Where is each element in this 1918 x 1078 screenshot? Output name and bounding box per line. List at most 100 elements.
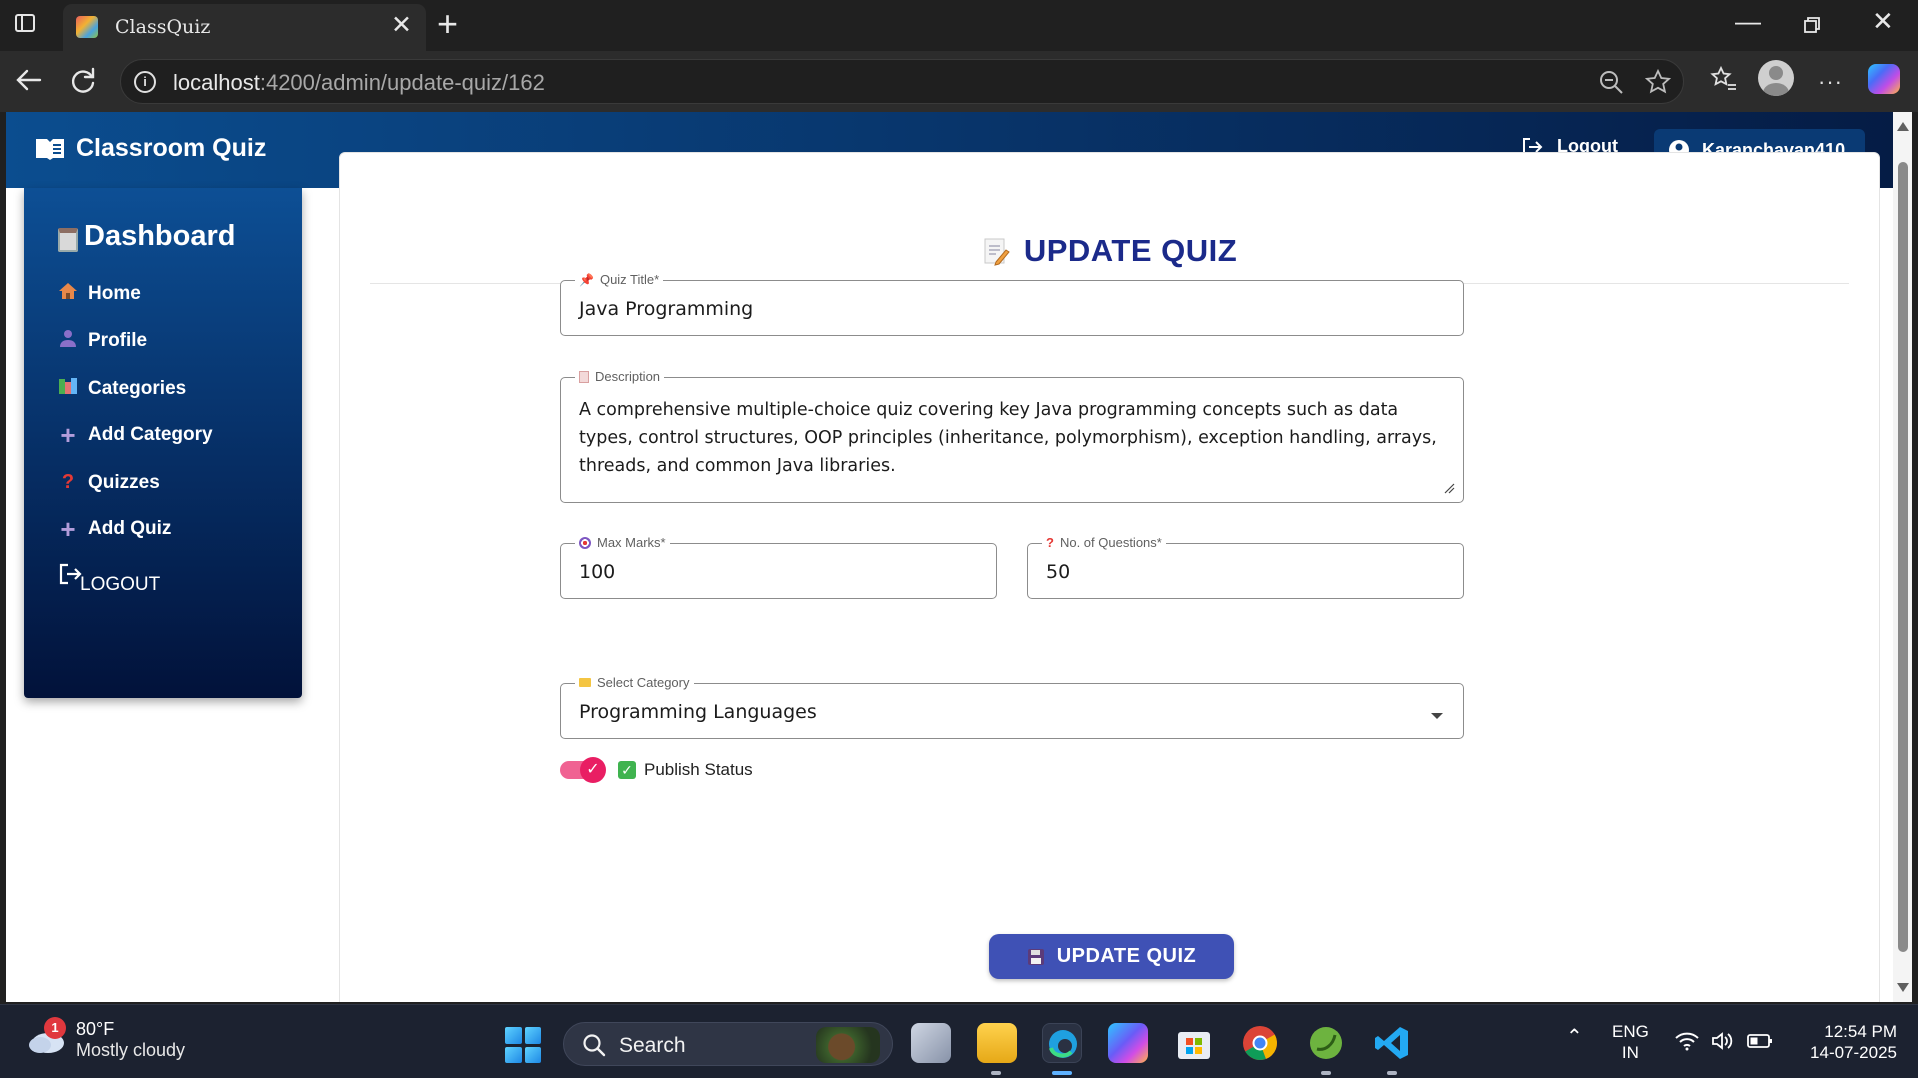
house-icon — [58, 282, 78, 305]
vs-code-icon[interactable] — [1372, 1023, 1412, 1063]
max-marks-field[interactable]: Max Marks* 100 — [560, 535, 997, 599]
wifi-icon[interactable] — [1674, 1031, 1700, 1056]
quiz-title-input[interactable]: Java Programming — [579, 298, 753, 320]
category-label: Select Category — [575, 675, 694, 690]
dropdown-arrow-icon[interactable] — [1431, 713, 1443, 719]
scroll-thumb[interactable] — [1898, 162, 1908, 952]
num-questions-field[interactable]: ? No. of Questions* 50 — [1027, 535, 1464, 599]
edge-browser-icon[interactable] — [1042, 1023, 1082, 1063]
page-scrollbar[interactable] — [1893, 112, 1912, 1002]
plus-icon: + — [60, 514, 76, 544]
sidebar-item-quizzes[interactable]: ? Quizzes — [58, 471, 160, 494]
refresh-icon[interactable] — [68, 65, 102, 99]
copilot-icon[interactable] — [1868, 64, 1900, 94]
copilot-app-icon[interactable] — [1108, 1023, 1148, 1063]
url-host: localhost — [173, 70, 260, 95]
browser-tab[interactable]: ClassQuiz ✕ — [63, 4, 426, 51]
quiz-title-label: 📌 Quiz Title* — [575, 272, 664, 287]
clock-time: 12:54 PM — [1824, 1022, 1897, 1041]
description-textarea[interactable]: A comprehensive multiple-choice quiz cov… — [579, 396, 1445, 480]
weather-temperature: 80°F — [76, 1019, 115, 1039]
update-quiz-card: UPDATE QUIZ 📌 Quiz Title* Java Programmi… — [339, 152, 1880, 1002]
search-highlight-image — [816, 1027, 880, 1063]
quiz-title-field[interactable]: 📌 Quiz Title* Java Programming — [560, 272, 1464, 336]
publish-toggle[interactable]: ✓ — [560, 757, 606, 783]
num-questions-label-text: No. of Questions* — [1059, 535, 1162, 550]
chrome-icon[interactable] — [1240, 1023, 1280, 1063]
folder-icon — [579, 678, 591, 687]
url-text: localhost:4200/admin/update-quiz/162 — [173, 70, 545, 96]
description-label: Description — [575, 369, 665, 384]
sidebar-item-home[interactable]: Home — [58, 282, 141, 305]
site-info-icon[interactable]: i — [134, 71, 156, 93]
favorite-star-icon[interactable] — [1644, 68, 1672, 102]
pushpin-icon: 📌 — [579, 272, 594, 287]
sidebar-item-add-category[interactable]: + Add Category — [58, 422, 212, 448]
max-marks-label-text: Max Marks* — [597, 535, 666, 550]
weather-condition: Mostly cloudy — [76, 1040, 186, 1060]
memo-icon — [984, 238, 1010, 266]
sidebar-item-logout[interactable]: LOGOUT — [58, 563, 161, 596]
profile-avatar-icon[interactable] — [1758, 60, 1794, 96]
sidebar-item-label: Add Quiz — [88, 518, 172, 539]
battery-icon[interactable] — [1747, 1033, 1773, 1054]
language-indicator[interactable]: ENG IN — [1612, 1021, 1649, 1063]
edge-active-indicator — [1052, 1071, 1072, 1075]
num-questions-label: ? No. of Questions* — [1042, 535, 1166, 550]
question-mark-icon: ? — [1046, 535, 1054, 550]
update-quiz-button-label: UPDATE QUIZ — [1056, 945, 1197, 967]
close-tab-icon[interactable]: ✕ — [391, 13, 412, 38]
back-arrow-icon[interactable] — [14, 65, 48, 99]
sidebar-item-profile[interactable]: Profile — [58, 329, 147, 352]
category-select[interactable]: Select Category Programming Languages — [560, 675, 1464, 739]
microsoft-store-icon[interactable] — [1174, 1023, 1214, 1063]
description-field[interactable]: Description A comprehensive multiple-cho… — [560, 369, 1464, 503]
restore-icon[interactable] — [1803, 12, 1821, 38]
sidebar-item-add-quiz[interactable]: + Add Quiz — [58, 514, 172, 544]
minimize-icon[interactable]: — — [1735, 8, 1761, 34]
page-viewport: Classroom Quiz Logout Karanchavan410 Das… — [6, 112, 1893, 1002]
num-questions-input[interactable]: 50 — [1046, 561, 1070, 583]
clock[interactable]: 12:54 PM 14-07-2025 — [1797, 1021, 1897, 1063]
max-marks-input[interactable]: 100 — [579, 561, 615, 583]
floppy-disk-icon — [1027, 948, 1044, 965]
file-explorer-icon[interactable] — [977, 1023, 1017, 1063]
clipboard-icon — [58, 227, 78, 252]
scroll-up-icon[interactable] — [1897, 122, 1909, 131]
book-icon — [36, 138, 64, 160]
weather-widget[interactable]: 1 80°F Mostly cloudy — [26, 1017, 186, 1061]
sidebar-item-label: Home — [88, 282, 141, 304]
clock-date: 14-07-2025 — [1810, 1043, 1897, 1062]
windows-start-icon[interactable] — [505, 1027, 541, 1063]
classquiz-favicon-icon — [76, 16, 98, 38]
quiz-title-label-text: Quiz Title* — [599, 272, 660, 287]
check-box-icon: ✓ — [618, 761, 636, 779]
favorites-icon[interactable] — [1710, 65, 1738, 98]
address-bar[interactable]: i localhost:4200/admin/update-quiz/162 — [120, 59, 1684, 104]
show-hidden-icons-chevron-icon[interactable]: ⌃ — [1566, 1027, 1583, 1048]
close-window-icon[interactable]: ✕ — [1872, 8, 1894, 34]
page-title-text: UPDATE QUIZ — [1023, 233, 1238, 268]
sidebar-item-categories[interactable]: Categories — [58, 377, 186, 400]
question-mark-icon: ? — [61, 471, 75, 493]
more-options-icon[interactable]: ··· — [1818, 69, 1843, 95]
scroll-down-icon[interactable] — [1897, 983, 1909, 992]
tab-actions-icon[interactable] — [14, 12, 48, 38]
url-path: :4200/admin/update-quiz/162 — [259, 70, 545, 95]
brand-name: Classroom Quiz — [76, 134, 267, 162]
brand[interactable]: Classroom Quiz — [34, 134, 266, 163]
page-title: UPDATE QUIZ — [340, 233, 1879, 269]
publish-status-row: ✓ ✓ Publish Status — [560, 757, 753, 783]
new-tab-button[interactable]: + — [437, 6, 458, 42]
person-icon — [58, 329, 78, 352]
volume-icon[interactable] — [1710, 1031, 1734, 1056]
sidebar-item-label: LOGOUT — [80, 574, 161, 595]
logout-icon — [58, 563, 82, 590]
resize-handle-icon[interactable] — [1443, 482, 1455, 494]
taskbar-search[interactable]: Search — [563, 1022, 893, 1066]
task-view-icon[interactable] — [911, 1023, 951, 1063]
spring-tool-suite-icon[interactable] — [1306, 1023, 1346, 1063]
update-quiz-button[interactable]: UPDATE QUIZ — [989, 934, 1234, 979]
max-marks-label: Max Marks* — [575, 535, 670, 550]
zoom-out-icon[interactable] — [1598, 69, 1624, 102]
